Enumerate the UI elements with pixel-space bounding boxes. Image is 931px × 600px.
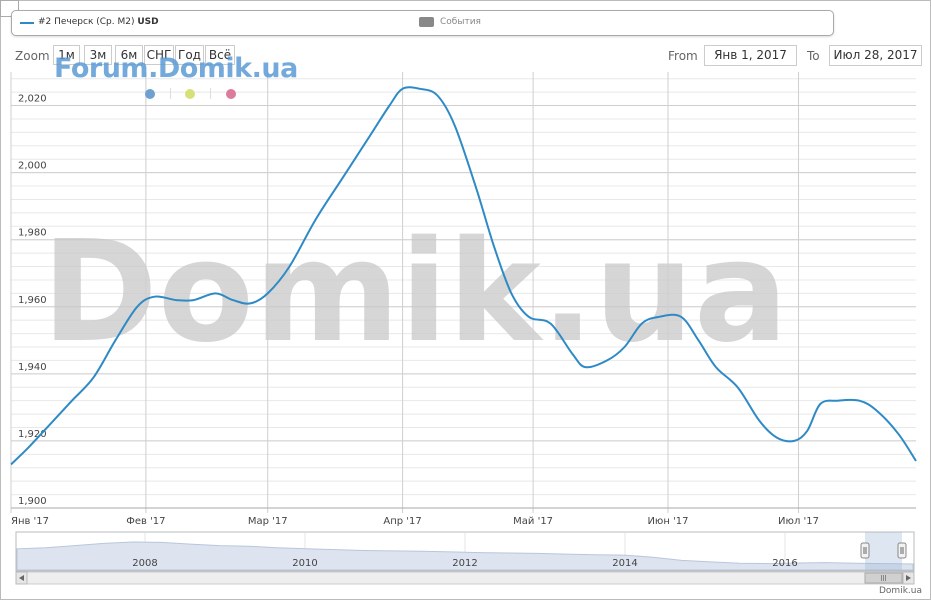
x-tick-label: Июл '17	[778, 516, 819, 527]
navigator-left-handle[interactable]	[860, 542, 870, 559]
y-tick-label: 1,960	[18, 295, 47, 306]
navigator-year-label: 2012	[452, 558, 477, 569]
y-tick-label: 2,020	[18, 94, 47, 105]
scrollbar[interactable]	[15, 571, 915, 585]
y-tick-label: 1,940	[18, 362, 47, 373]
navigator-year-label: 2014	[612, 558, 637, 569]
navigator-selection[interactable]	[865, 532, 902, 571]
navigator-right-handle[interactable]	[897, 542, 907, 559]
watermark-domik: Domik.ua	[42, 211, 789, 374]
y-tick-label: 1,900	[18, 496, 47, 507]
dot-separator	[210, 88, 211, 99]
scrollbar-track[interactable]	[15, 571, 915, 585]
y-tick-label: 1,920	[18, 429, 47, 440]
credit-link[interactable]: Domik.ua	[879, 586, 922, 596]
watermark-forum: Forum.Domik.ua	[54, 53, 298, 84]
navigator-year-label: 2008	[132, 558, 157, 569]
watermark-dot-blue-icon	[145, 89, 155, 99]
navigator-year-label: 2010	[292, 558, 317, 569]
x-tick-label: Май '17	[513, 516, 553, 527]
watermark-dot-pink-icon	[226, 89, 236, 99]
x-tick-label: Янв '17	[11, 516, 49, 527]
navigator[interactable]: 2008 2010 2012 2014 2016	[15, 531, 915, 572]
navigator-year-label: 2016	[772, 558, 797, 569]
y-axis-labels: 1,900 1,920 1,940 1,960 1,980 2,000 2,020	[18, 94, 47, 507]
y-tick-label: 1,980	[18, 228, 47, 239]
x-axis-labels: Янв '17 Фев '17 Мар '17 Апр '17 Май '17 Июн '…	[11, 516, 819, 527]
price-chart: Domik.ua 1,900 1,920 1,940 1,960 1,980 2,000 2…	[10, 72, 917, 585]
chart-widget: #2 Печерск (Ср. М2) USD События Zoom 1м …	[0, 0, 931, 600]
dot-separator	[170, 88, 171, 99]
x-tick-label: Апр '17	[383, 516, 421, 527]
x-tick-label: Мар '17	[248, 516, 288, 527]
handle-body[interactable]	[897, 542, 907, 559]
x-tick-label: Фев '17	[126, 516, 165, 527]
x-tick-label: Июн '17	[647, 516, 688, 527]
watermark-dot-yellow-icon	[185, 89, 195, 99]
handle-body[interactable]	[860, 542, 870, 559]
y-tick-label: 2,000	[18, 161, 47, 172]
